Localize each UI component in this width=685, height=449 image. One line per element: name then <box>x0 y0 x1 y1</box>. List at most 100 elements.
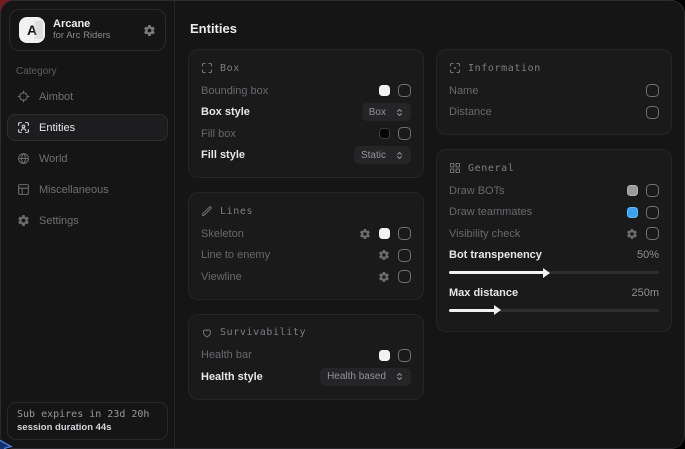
distance-checkbox[interactable] <box>646 106 659 119</box>
setting-label: Draw BOTs <box>449 185 619 197</box>
heart-icon <box>201 327 213 339</box>
card-title: Information <box>468 63 541 74</box>
sidebar-item-label: Miscellaneous <box>39 184 109 196</box>
setting-row-draw-bots: Draw BOTs <box>449 180 659 202</box>
health-bar-checkbox[interactable] <box>398 349 411 362</box>
sidebar-item-world[interactable]: World <box>7 145 168 172</box>
sidebar-item-label: Settings <box>39 215 79 227</box>
sidebar-item-label: Aimbot <box>39 91 73 103</box>
sidebar-item-label: World <box>39 153 68 165</box>
gear-icon <box>17 214 30 227</box>
card-title: Survivability <box>220 327 306 338</box>
sidebar-item-entities[interactable]: Entities <box>7 114 168 141</box>
color-swatch[interactable] <box>379 350 390 361</box>
subscription-info-card: Sub expires in 23d 20h session duration … <box>7 402 168 440</box>
draw-teammates-checkbox[interactable] <box>646 206 659 219</box>
slider-fill <box>449 271 544 274</box>
bot-transpenency-value: 50% <box>637 249 659 261</box>
setting-label: Distance <box>449 106 638 118</box>
unfold-icon <box>395 151 404 160</box>
page-title: Entities <box>190 21 672 36</box>
unfold-icon <box>395 108 404 117</box>
gear-icon[interactable] <box>378 271 390 283</box>
dropdown-value: Static <box>361 150 386 161</box>
setting-row-fill-box: Fill box <box>201 123 411 145</box>
survivability-card: Survivability Health bar Health style He… <box>188 314 424 400</box>
information-card: Information Name Distance <box>436 49 672 135</box>
color-swatch[interactable] <box>379 128 390 139</box>
sidebar: A Arcane for Arc Riders Category <box>1 1 175 448</box>
sidebar-item-miscellaneous[interactable]: Miscellaneous <box>7 176 168 203</box>
color-swatch[interactable] <box>627 207 638 218</box>
gear-icon[interactable] <box>359 228 371 240</box>
globe-icon <box>17 152 30 165</box>
card-title: Lines <box>220 206 253 217</box>
bounding-box-checkbox[interactable] <box>398 84 411 97</box>
lines-card-header: Lines <box>201 205 411 217</box>
max-distance-slider[interactable] <box>449 309 659 312</box>
dropdown-value: Health based <box>327 371 386 382</box>
brand-logo-letter: A <box>27 22 37 38</box>
health-style-dropdown[interactable]: Health based <box>320 368 411 386</box>
main-content: Entities Box Bounding box <box>175 1 685 448</box>
setting-label: Line to enemy <box>201 249 370 261</box>
setting-label: Bounding box <box>201 85 371 97</box>
setting-row-visibility-check: Visibility check <box>449 223 659 245</box>
name-checkbox[interactable] <box>646 84 659 97</box>
brand-logo: A <box>19 17 45 43</box>
setting-row-health-bar: Health bar <box>201 345 411 367</box>
sidebar-nav: Aimbot Entities World <box>1 81 174 236</box>
setting-row-bot-transpenency: Bot transpenency 50% <box>449 245 659 267</box>
color-swatch[interactable] <box>379 228 390 239</box>
line-to-enemy-checkbox[interactable] <box>398 249 411 262</box>
card-title: Box <box>220 63 240 74</box>
information-card-header: Information <box>449 62 659 74</box>
bot-transpenency-slider[interactable] <box>449 271 659 274</box>
setting-row-draw-teammates: Draw teammates <box>449 202 659 224</box>
setting-label: Draw teammates <box>449 206 619 218</box>
session-duration-text: session duration 44s <box>17 422 158 433</box>
card-title: General <box>468 163 514 174</box>
grid-icon <box>449 162 461 174</box>
gear-icon[interactable] <box>143 24 156 37</box>
sidebar-item-aimbot[interactable]: Aimbot <box>7 83 168 110</box>
setting-label: Bot transpenency <box>449 249 629 261</box>
setting-label: Health bar <box>201 349 371 361</box>
unfold-icon <box>395 372 404 381</box>
sidebar-item-settings[interactable]: Settings <box>7 207 168 234</box>
setting-row-max-distance: Max distance 250m <box>449 282 659 304</box>
fill-box-checkbox[interactable] <box>398 127 411 140</box>
general-card-header: General <box>449 162 659 174</box>
scan-dot-icon <box>449 62 461 74</box>
setting-label: Skeleton <box>201 228 351 240</box>
person-scan-icon <box>17 121 30 134</box>
scan-brackets-icon <box>201 62 213 74</box>
setting-row-bounding-box: Bounding box <box>201 80 411 102</box>
slider-fill <box>449 309 495 312</box>
viewline-checkbox[interactable] <box>398 270 411 283</box>
color-swatch[interactable] <box>627 185 638 196</box>
box-style-dropdown[interactable]: Box <box>362 103 411 121</box>
category-label: Category <box>16 66 174 77</box>
setting-row-name: Name <box>449 80 659 102</box>
crosshair-icon <box>17 90 30 103</box>
visibility-check-checkbox[interactable] <box>646 227 659 240</box>
color-swatch[interactable] <box>379 85 390 96</box>
gear-icon[interactable] <box>378 249 390 261</box>
fill-style-dropdown[interactable]: Static <box>354 146 411 164</box>
setting-row-fill-style: Fill style Static <box>201 145 411 167</box>
gear-icon[interactable] <box>626 228 638 240</box>
max-distance-value: 250m <box>631 287 659 299</box>
setting-row-box-style: Box style Box <box>201 102 411 124</box>
setting-row-health-style: Health style Health based <box>201 366 411 388</box>
setting-label: Visibility check <box>449 228 618 240</box>
survivability-card-header: Survivability <box>201 327 411 339</box>
setting-label: Name <box>449 85 638 97</box>
sidebar-item-label: Entities <box>39 122 75 134</box>
skeleton-checkbox[interactable] <box>398 227 411 240</box>
box-card: Box Bounding box Box style Box <box>188 49 424 178</box>
sub-expires-text: Sub expires in 23d 20h <box>17 409 158 420</box>
brand-subtitle: for Arc Riders <box>53 31 135 42</box>
general-card: General Draw BOTs Draw teammates <box>436 149 672 332</box>
draw-bots-checkbox[interactable] <box>646 184 659 197</box>
